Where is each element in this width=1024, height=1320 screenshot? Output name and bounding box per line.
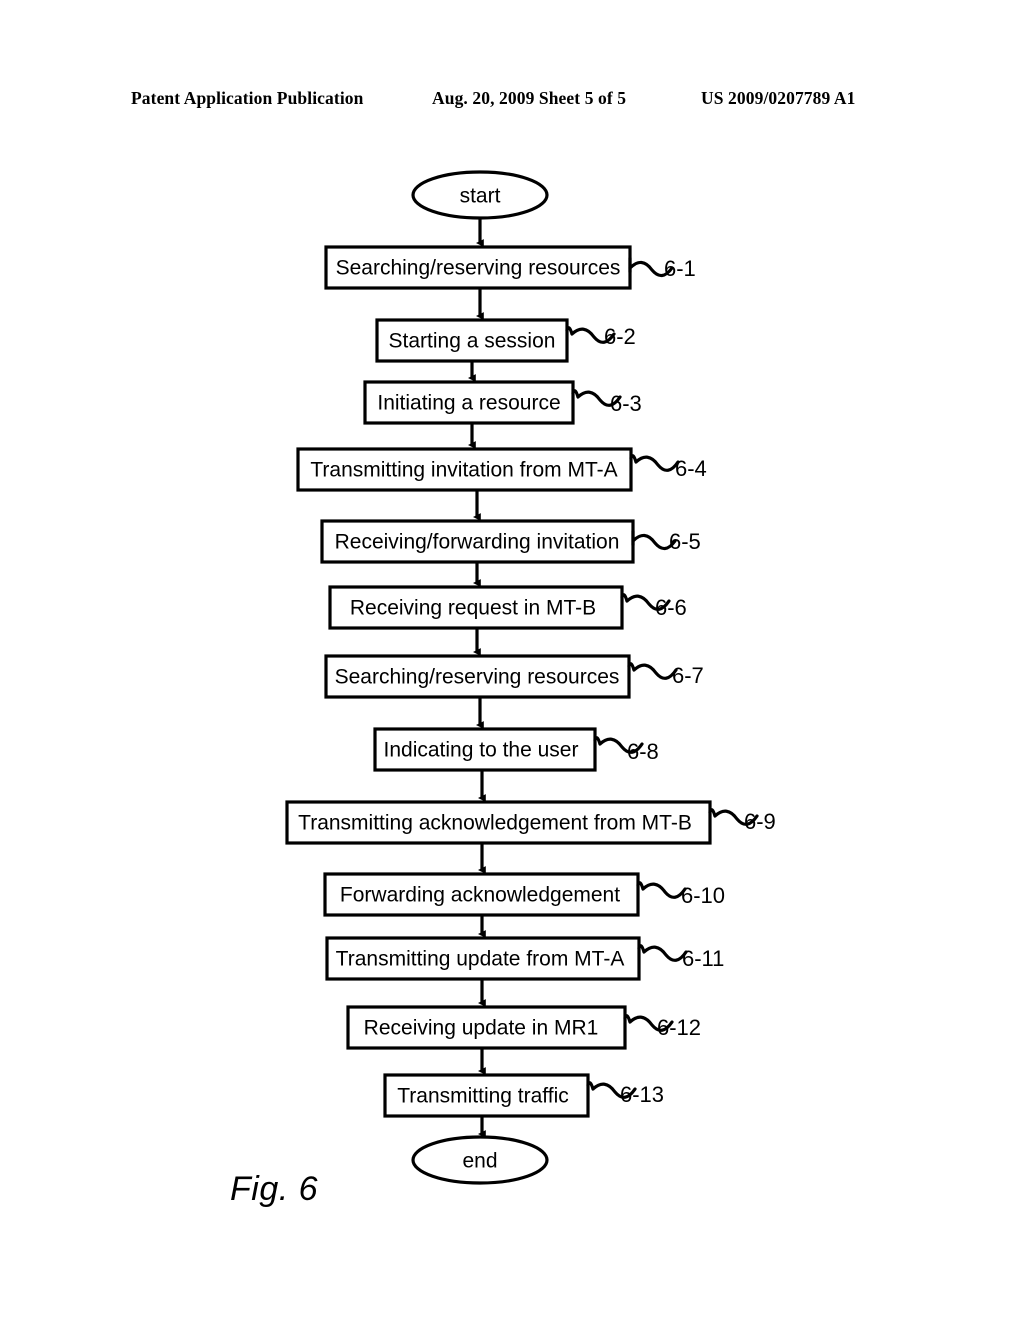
step-label-6-6: Receiving request in MT-B: [349, 596, 597, 620]
reference-numeral-6-6: 6-6: [655, 595, 687, 620]
leader-6-10: [636, 881, 687, 899]
step-label-6-7: Searching/reserving resources: [334, 665, 620, 689]
reference-numeral-6-9: 6-9: [744, 809, 776, 834]
reference-numeral-6-5: 6-5: [669, 529, 701, 554]
step-label-6-13: Transmitting traffic: [397, 1084, 569, 1108]
reference-numeral-6-1: 6-1: [664, 256, 696, 281]
step-label-6-4: Transmitting invitation from MT-A: [310, 458, 618, 482]
step-label-6-9: Transmitting acknowledgement from MT-B: [298, 811, 692, 835]
start-terminator-label: start: [459, 184, 501, 208]
reference-numeral-6-2: 6-2: [604, 324, 636, 349]
step-label-6-12: Receiving update in MR1: [363, 1016, 599, 1040]
leader-6-4: [629, 454, 680, 472]
flowchart-graphics: [285, 170, 759, 1185]
step-label-6-3: Initiating a resource: [377, 391, 561, 415]
reference-numeral-6-4: 6-4: [675, 456, 707, 481]
figure-6-flowchart: start end Searching/reserving resources …: [0, 0, 1024, 1320]
reference-numeral-6-7: 6-7: [672, 663, 704, 688]
step-label-6-1: Searching/reserving resources: [335, 256, 621, 280]
step-label-6-11: Transmitting update from MT-A: [335, 947, 625, 971]
leader-6-7: [627, 662, 678, 680]
end-terminator-label: end: [462, 1149, 498, 1173]
step-label-6-10: Forwarding acknowledgement: [339, 883, 621, 907]
reference-numeral-6-3: 6-3: [610, 391, 642, 416]
step-label-6-2: Starting a session: [388, 329, 556, 353]
figure-caption: Fig. 6: [230, 1170, 319, 1208]
reference-numeral-6-10: 6-10: [681, 883, 726, 908]
reference-numeral-6-12: 6-12: [657, 1015, 702, 1040]
reference-numeral-6-11: 6-11: [682, 946, 725, 971]
reference-numeral-6-8: 6-8: [627, 739, 659, 764]
leader-6-11: [637, 944, 688, 962]
reference-numeral-6-13: 6-13: [620, 1082, 665, 1107]
step-label-6-8: Indicating to the user: [383, 738, 579, 762]
step-label-6-5: Receiving/forwarding invitation: [334, 530, 620, 554]
